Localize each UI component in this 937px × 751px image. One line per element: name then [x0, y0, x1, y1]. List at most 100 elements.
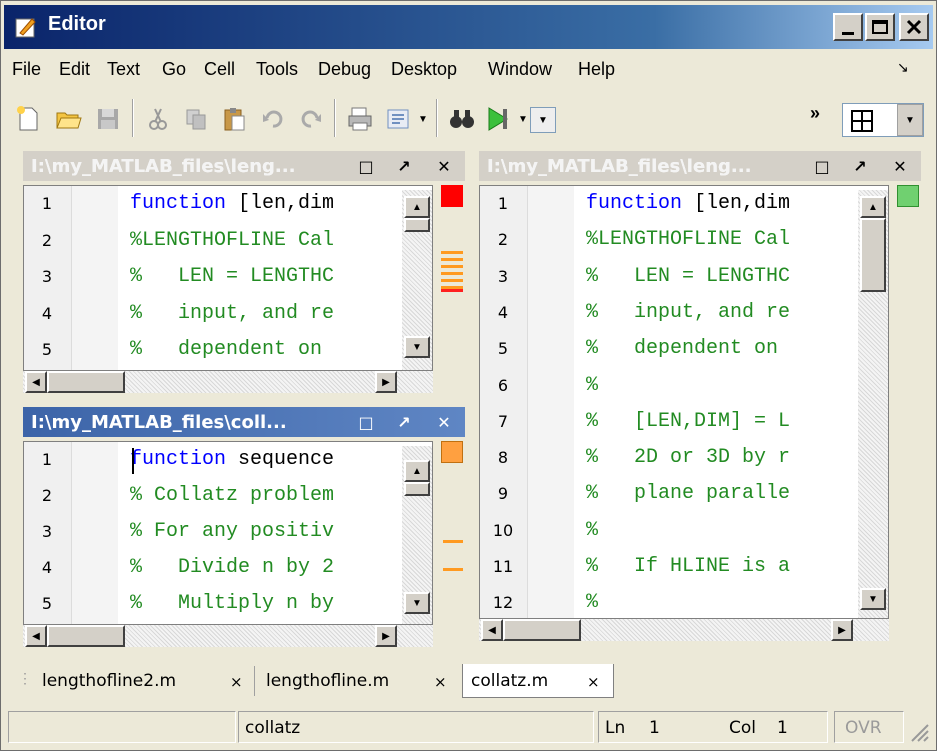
vertical-scrollbar[interactable]: ▲ ▼ — [402, 446, 432, 624]
undock-button[interactable]: ↗ — [849, 154, 871, 178]
code-line[interactable]: function sequence — [130, 448, 334, 471]
scroll-up-button[interactable]: ▲ — [404, 196, 430, 218]
vertical-scrollbar[interactable]: ▲ ▼ — [402, 190, 432, 370]
code-line[interactable]: %LENGTHOFLINE Cal — [586, 228, 790, 251]
code-line[interactable]: % input, and re — [130, 302, 334, 325]
paste-button[interactable] — [218, 103, 250, 135]
code-line[interactable]: % 2D or 3D by r — [586, 446, 790, 469]
cut-button[interactable] — [142, 103, 174, 135]
run-config-dropdown[interactable]: ▼ — [530, 107, 556, 133]
code-line[interactable]: % — [586, 591, 598, 614]
minimize-pane-button[interactable]: □ — [811, 154, 833, 178]
code-line[interactable]: % [LEN,DIM] = L — [586, 410, 790, 433]
close-pane-button[interactable]: ✕ — [433, 410, 455, 434]
code-line[interactable]: % If HLINE is a — [586, 555, 790, 578]
menu-file[interactable]: File — [12, 59, 41, 80]
title-bar[interactable]: Editor — [4, 5, 933, 49]
scroll-up-button[interactable]: ▲ — [860, 196, 886, 218]
maximize-button[interactable] — [865, 13, 895, 41]
minimize-pane-button[interactable]: □ — [355, 410, 377, 434]
find-button[interactable] — [446, 103, 478, 135]
redo-button[interactable] — [294, 103, 326, 135]
code-line[interactable]: % Divide n by 2 — [130, 556, 334, 579]
scroll-up-button[interactable]: ▲ — [404, 460, 430, 482]
code-line[interactable]: % dependent on — [130, 338, 322, 361]
scroll-down-button[interactable]: ▼ — [404, 336, 430, 358]
pane-title-bar[interactable]: I:\my_MATLAB_files\leng... □ ↗ ✕ — [23, 151, 465, 181]
tab-lengthofline2[interactable]: lengthofline2.m × — [34, 664, 252, 698]
code-line[interactable]: function [len,dim — [586, 192, 790, 215]
scroll-left-button[interactable]: ◀ — [25, 625, 47, 647]
code-line[interactable]: % LEN = LENGTHC — [586, 265, 790, 288]
run-button[interactable] — [482, 103, 514, 135]
menu-edit[interactable]: Edit — [59, 59, 90, 80]
error-status-marker[interactable] — [441, 185, 463, 207]
tab-lengthofline[interactable]: lengthofline.m × — [258, 664, 458, 698]
close-pane-button[interactable]: ✕ — [889, 154, 911, 178]
scroll-left-button[interactable]: ◀ — [481, 619, 503, 641]
publish-dropdown-arrow[interactable]: ▼ — [414, 103, 432, 135]
layout-dropdown[interactable]: ▼ — [842, 103, 924, 137]
code-line[interactable]: %LENGTHOFLINE Cal — [130, 229, 334, 252]
copy-button[interactable] — [180, 103, 212, 135]
horizontal-scrollbar[interactable]: ◀ ▶ — [23, 625, 433, 647]
code-line[interactable]: % Multiply n by — [130, 592, 334, 615]
tab-grip[interactable]: ⋮ — [18, 670, 32, 687]
scroll-right-button[interactable]: ▶ — [375, 625, 397, 647]
ok-status-marker[interactable] — [897, 185, 919, 207]
toolbar-overflow[interactable]: » — [810, 103, 820, 124]
resize-grip-icon[interactable] — [908, 721, 930, 743]
scroll-left-button[interactable]: ◀ — [25, 371, 47, 393]
warning-marker[interactable] — [443, 540, 463, 543]
scroll-right-button[interactable]: ▶ — [375, 371, 397, 393]
tab-close-button[interactable]: × — [434, 673, 447, 691]
code-line[interactable]: % — [586, 519, 598, 542]
pane-title-bar[interactable]: I:\my_MATLAB_files\coll... □ ↗ ✕ — [23, 407, 465, 437]
scroll-down-button[interactable]: ▼ — [404, 592, 430, 614]
menu-go[interactable]: Go — [162, 59, 186, 80]
code-line[interactable]: % plane paralle — [586, 482, 790, 505]
horizontal-scrollbar[interactable]: ◀ ▶ — [23, 371, 433, 393]
tab-close-button[interactable]: × — [587, 673, 600, 691]
code-line[interactable]: % input, and re — [586, 301, 790, 324]
undock-button[interactable]: ↗ — [393, 410, 415, 434]
save-button[interactable] — [92, 103, 124, 135]
code-line[interactable]: % LEN = LENGTHC — [130, 265, 334, 288]
scroll-down-button[interactable]: ▼ — [860, 588, 886, 610]
vertical-scrollbar[interactable]: ▲ ▼ — [858, 190, 888, 618]
warning-status-marker[interactable] — [441, 441, 463, 463]
code-line[interactable]: % dependent on — [586, 337, 778, 360]
menu-desktop[interactable]: Desktop — [391, 59, 457, 80]
undo-button[interactable] — [258, 103, 290, 135]
tab-collatz[interactable]: collatz.m × — [462, 664, 614, 698]
menu-help[interactable]: Help — [578, 59, 615, 80]
tab-close-button[interactable]: × — [230, 673, 243, 691]
open-file-button[interactable] — [52, 103, 84, 135]
code-editor[interactable]: 1 function [len,dim 2 %LENGTHOFLINE Cal 3 % L… — [479, 185, 889, 619]
code-line[interactable]: function [len,dim — [130, 192, 334, 215]
undock-button[interactable]: ↗ — [393, 154, 415, 178]
error-marker[interactable] — [441, 289, 463, 292]
scroll-thumb[interactable] — [47, 371, 125, 393]
new-file-button[interactable] — [12, 103, 44, 135]
menu-cell[interactable]: Cell — [204, 59, 235, 80]
menu-text[interactable]: Text — [107, 59, 140, 80]
menu-window[interactable]: Window — [488, 59, 552, 80]
horizontal-scrollbar[interactable]: ◀ ▶ — [479, 619, 889, 641]
minimize-button[interactable] — [833, 13, 863, 41]
menu-debug[interactable]: Debug — [318, 59, 371, 80]
code-line[interactable]: % For any positiv — [130, 520, 334, 543]
code-line[interactable]: % Collatz problem — [130, 484, 334, 507]
code-line[interactable]: % — [586, 374, 598, 397]
close-pane-button[interactable]: ✕ — [433, 154, 455, 178]
warning-marker[interactable] — [443, 568, 463, 571]
dock-menu-arrow[interactable]: ↘ — [897, 59, 909, 76]
publish-button[interactable] — [382, 103, 414, 135]
scroll-thumb[interactable] — [47, 625, 125, 647]
minimize-pane-button[interactable]: □ — [355, 154, 377, 178]
warning-markers[interactable] — [441, 251, 463, 291]
scroll-thumb[interactable] — [404, 482, 430, 496]
print-button[interactable] — [344, 103, 376, 135]
code-editor[interactable]: 1 function [len,dim 2 %LENGTHOFLINE Cal 3 % L… — [23, 185, 433, 371]
menu-tools[interactable]: Tools — [256, 59, 298, 80]
